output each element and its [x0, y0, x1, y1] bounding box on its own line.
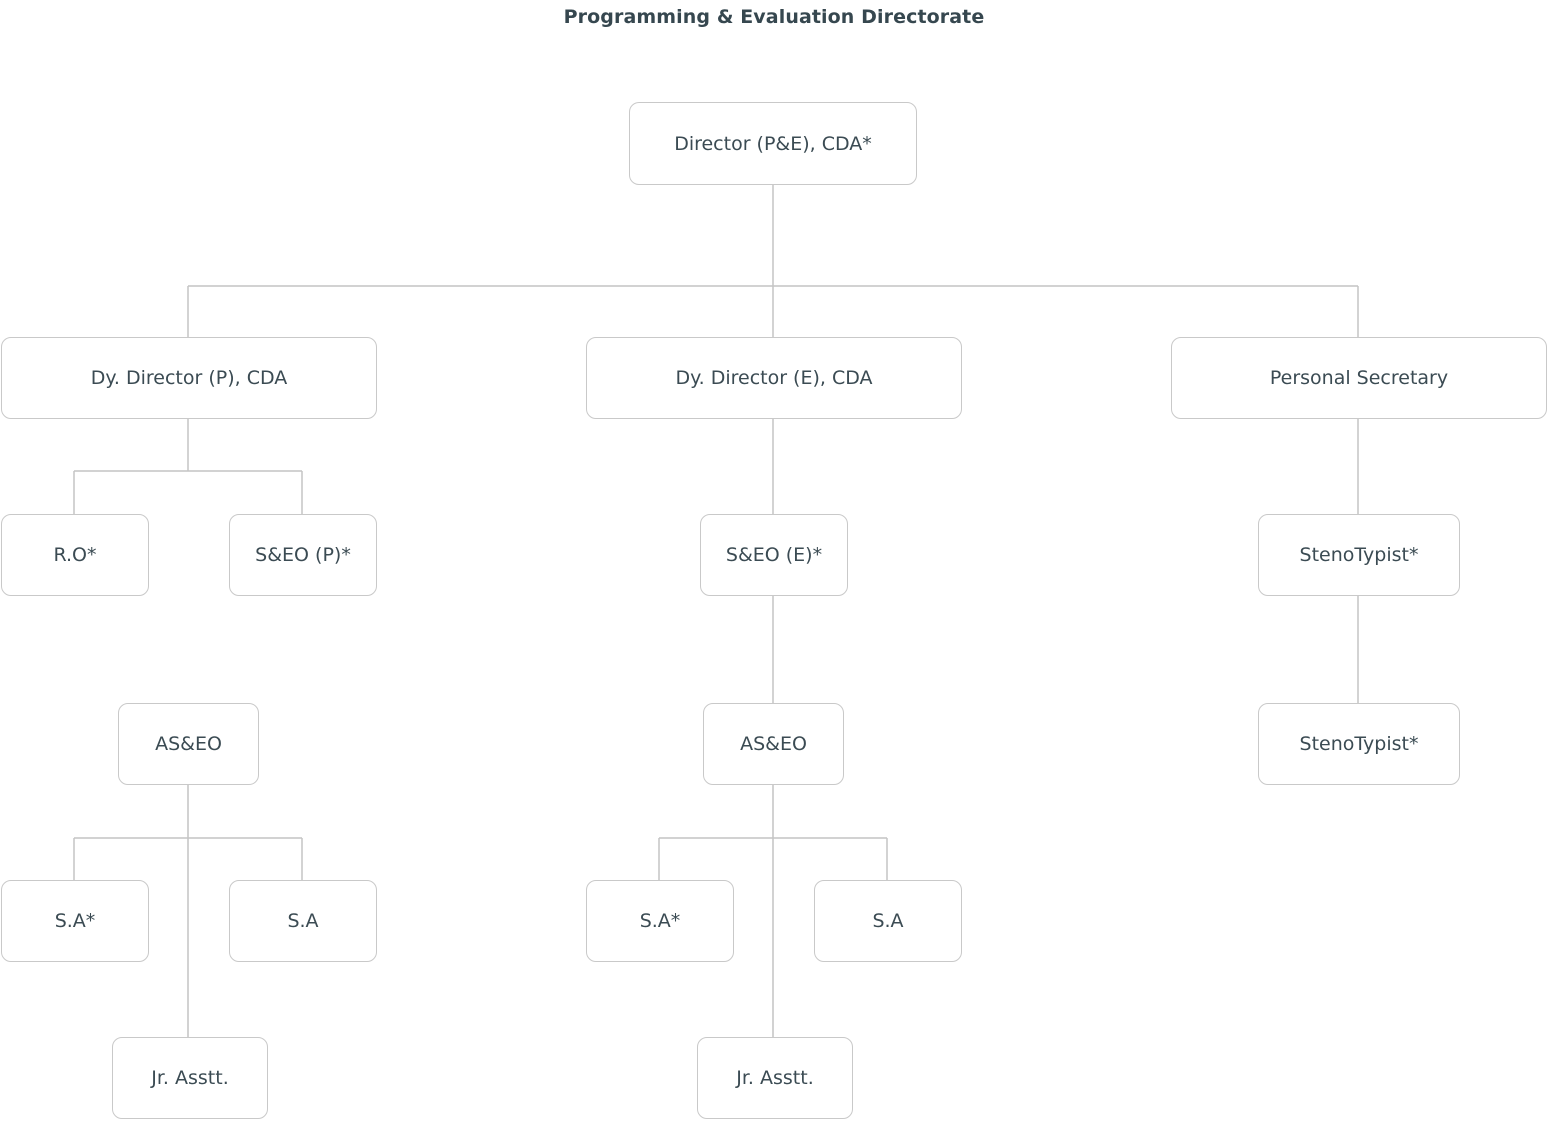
node-dy-director-p: Dy. Director (P), CDA — [1, 337, 377, 419]
node-seo-e: S&EO (E)* — [700, 514, 848, 596]
node-stenotypist-1: StenoTypist* — [1258, 514, 1460, 596]
node-jr-asstt-e: Jr. Asstt. — [697, 1037, 853, 1119]
node-jr-asstt-p: Jr. Asstt. — [112, 1037, 268, 1119]
node-sa-star-p: S.A* — [1, 880, 149, 962]
node-sa-star-e: S.A* — [586, 880, 734, 962]
node-seo-p: S&EO (P)* — [229, 514, 377, 596]
node-ro: R.O* — [1, 514, 149, 596]
node-sa-p: S.A — [229, 880, 377, 962]
node-director: Director (P&E), CDA* — [629, 102, 917, 185]
node-aseo-e: AS&EO — [703, 703, 844, 785]
node-dy-director-e: Dy. Director (E), CDA — [586, 337, 962, 419]
node-personal-secretary: Personal Secretary — [1171, 337, 1547, 419]
node-aseo-p: AS&EO — [118, 703, 259, 785]
node-sa-e: S.A — [814, 880, 962, 962]
node-stenotypist-2: StenoTypist* — [1258, 703, 1460, 785]
